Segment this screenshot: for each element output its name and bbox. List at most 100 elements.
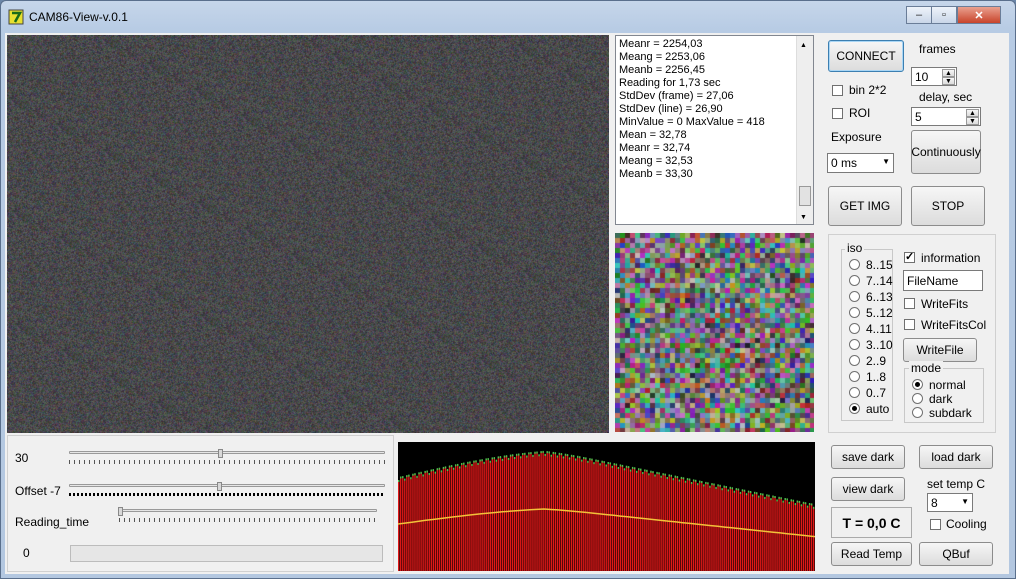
information-checkbox[interactable]: ✓ — [904, 252, 915, 263]
histogram-bar — [434, 472, 437, 571]
filename-input[interactable]: FileName — [903, 270, 983, 291]
reading-time-slider-thumb[interactable] — [118, 507, 123, 516]
delay-down-icon[interactable]: ▼ — [966, 117, 979, 125]
load-dark-button[interactable]: load dark — [919, 445, 993, 469]
iso-radio[interactable] — [849, 259, 860, 270]
bin-label: bin 2*2 — [849, 83, 887, 97]
histogram-bar-top — [731, 487, 734, 490]
histogram-bar — [764, 497, 766, 571]
qbuf-button[interactable]: QBuf — [919, 542, 993, 566]
histogram-bar — [430, 470, 432, 571]
histogram-bar — [448, 466, 451, 571]
histogram-bar — [780, 498, 782, 571]
continuously-button[interactable]: Continuously — [911, 130, 981, 174]
histogram-bar-top — [723, 485, 725, 488]
gain-slider-thumb[interactable] — [218, 449, 223, 458]
iso-radio[interactable] — [849, 339, 860, 350]
log-scrollbar[interactable]: ▲ ▼ — [796, 36, 813, 224]
iso-option-label: 2..9 — [866, 354, 887, 368]
histogram-bar — [568, 458, 571, 571]
histogram-bar — [603, 462, 605, 571]
information-label: information — [921, 251, 981, 265]
exposure-select[interactable]: 0 ms ▼ — [827, 153, 894, 173]
histogram-bar — [491, 458, 493, 571]
scroll-down-icon[interactable]: ▼ — [800, 211, 807, 224]
iso-radio[interactable] — [849, 291, 860, 302]
histogram-bar — [511, 455, 514, 571]
frames-down-icon[interactable]: ▼ — [942, 77, 955, 85]
histogram-bar — [587, 461, 589, 571]
iso-radio[interactable] — [849, 275, 860, 286]
frames-up-icon[interactable]: ▲ — [942, 69, 955, 77]
camera-image-view[interactable] — [7, 35, 609, 433]
scroll-up-icon[interactable]: ▲ — [800, 39, 807, 52]
connect-button[interactable]: CONNECT — [828, 40, 904, 72]
get-img-button[interactable]: GET IMG — [828, 186, 902, 226]
histogram-view[interactable] — [398, 442, 815, 571]
iso-radio[interactable] — [849, 371, 860, 382]
offset-slider-thumb[interactable] — [217, 482, 222, 491]
histogram-bar — [544, 454, 546, 571]
close-button[interactable]: ✕ — [957, 6, 1001, 24]
histogram-bar — [629, 470, 632, 571]
histogram-bar — [503, 456, 506, 571]
restore-button[interactable]: ▫ — [931, 6, 957, 24]
cooling-checkbox[interactable] — [930, 519, 941, 530]
histogram-bar-top — [463, 462, 465, 465]
histogram-bar — [705, 482, 707, 571]
preview-image[interactable] — [615, 233, 814, 432]
mode-radio[interactable] — [912, 407, 923, 418]
histogram-bar — [436, 469, 439, 571]
bin-checkbox[interactable] — [832, 85, 843, 96]
histogram-bar — [731, 488, 734, 571]
iso-radio[interactable] — [849, 355, 860, 366]
minimize-button[interactable]: – — [906, 6, 932, 24]
offset-slider[interactable] — [69, 484, 385, 487]
histogram-bar-top — [511, 454, 514, 457]
roi-checkbox[interactable] — [832, 108, 843, 119]
histogram-bar — [398, 481, 400, 571]
frames-stepper[interactable]: 10 ▲ ▼ — [911, 67, 957, 86]
writefits-checkbox[interactable] — [904, 298, 915, 309]
mode-radio[interactable] — [912, 379, 923, 390]
histogram-bar — [532, 455, 534, 571]
histogram-bar-top — [674, 475, 677, 478]
histogram-bar-top — [583, 457, 585, 459]
histogram-bar-top — [776, 499, 778, 502]
histogram-bar — [562, 457, 565, 571]
histogram-bar — [538, 455, 540, 571]
iso-radio[interactable] — [849, 323, 860, 334]
scroll-thumb[interactable] — [799, 186, 811, 206]
histogram-bar-top — [524, 452, 526, 455]
histogram-bar — [404, 479, 406, 571]
log-line: MinValue = 0 MaxValue = 418 — [619, 116, 765, 128]
frames-label: frames — [919, 42, 956, 56]
histogram-bar-top — [660, 475, 662, 478]
histogram-bar — [593, 463, 595, 571]
delay-up-icon[interactable]: ▲ — [966, 109, 979, 117]
info-log[interactable]: Meanr = 2254,03 Meang = 2253,06 Meanb = 22… — [615, 35, 814, 225]
mode-radio[interactable] — [912, 393, 923, 404]
title-bar[interactable]: CAM86-View-v.0.1 – ▫ ✕ — [1, 1, 1015, 31]
histogram-bar-top — [469, 461, 471, 464]
writefile-button[interactable]: WriteFile — [903, 338, 977, 362]
stop-button[interactable]: STOP — [911, 186, 985, 226]
histogram-bar — [450, 466, 453, 571]
iso-radio[interactable] — [849, 387, 860, 398]
set-temp-select[interactable]: 8 ▼ — [927, 493, 973, 512]
gain-slider[interactable] — [69, 451, 385, 454]
histogram-bar — [485, 459, 487, 571]
histogram-bar — [560, 454, 563, 571]
read-temp-button[interactable]: Read Temp — [831, 542, 912, 566]
iso-radio[interactable] — [849, 403, 860, 414]
view-dark-button[interactable]: view dark — [831, 477, 905, 501]
save-dark-button[interactable]: save dark — [831, 445, 905, 469]
histogram-bar-top — [473, 460, 475, 463]
histogram-bar — [664, 474, 666, 571]
histogram-bar-top — [764, 496, 766, 499]
reading-time-slider[interactable] — [119, 509, 377, 512]
iso-radio[interactable] — [849, 307, 860, 318]
histogram-bar-top — [648, 473, 650, 476]
delay-stepper[interactable]: 5 ▲ ▼ — [911, 107, 981, 126]
writefitscol-checkbox[interactable] — [904, 319, 915, 330]
